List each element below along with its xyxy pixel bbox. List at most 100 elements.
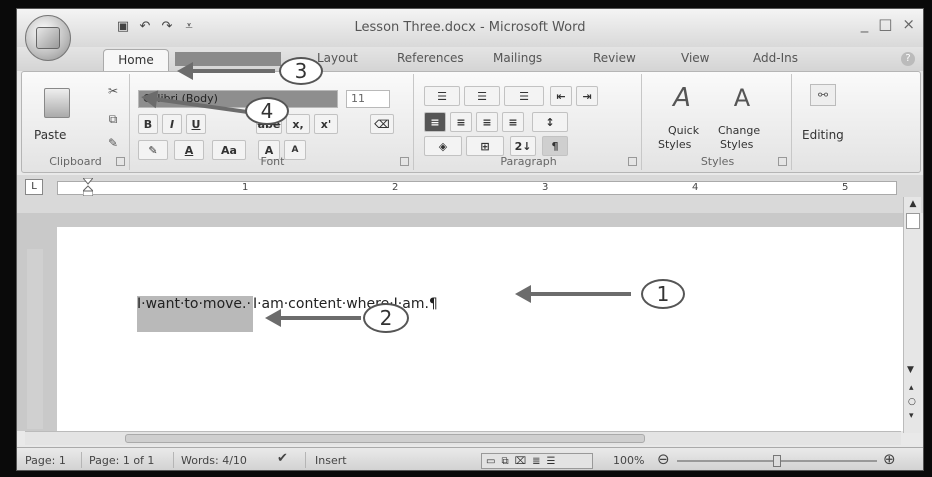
cut-icon[interactable]: ✂: [106, 84, 120, 98]
align-right-icon[interactable]: ≡: [476, 112, 498, 132]
bold-button[interactable]: B: [138, 114, 158, 134]
change-styles-icon[interactable]: A: [724, 82, 760, 114]
zoom-slider[interactable]: [677, 455, 877, 467]
format-painter-icon[interactable]: ✎: [106, 136, 120, 150]
browse-object-icon[interactable]: ○: [908, 397, 916, 407]
scroll-up-icon[interactable]: ▲: [907, 199, 919, 209]
arrow-3: [177, 62, 275, 80]
ruler-number: 5: [842, 182, 849, 193]
horizontal-ruler[interactable]: 1 2 3 4 5: [57, 181, 897, 195]
paste-icon[interactable]: [44, 88, 70, 118]
paragraph-launcher-icon[interactable]: [628, 157, 637, 166]
numbering-icon[interactable]: ☰: [464, 86, 500, 106]
full-screen-reading-icon[interactable]: ⧉: [501, 456, 508, 467]
office-button[interactable]: [25, 15, 71, 61]
help-icon[interactable]: ?: [901, 52, 915, 66]
status-page-of[interactable]: Page: 1 of 1: [89, 454, 154, 467]
tab-mailings[interactable]: Mailings: [493, 51, 542, 65]
superscript-button[interactable]: x': [314, 114, 338, 134]
clipboard-launcher-icon[interactable]: [116, 157, 125, 166]
tab-home[interactable]: Home: [103, 49, 169, 71]
underline-button[interactable]: U: [186, 114, 206, 134]
quick-styles-icon[interactable]: A: [666, 82, 698, 114]
vertical-scrollbar[interactable]: ▲ ▼ ▴ ○ ▾: [903, 197, 921, 433]
clipboard-group-label: Clipboard: [49, 155, 102, 168]
indent-marker-icon[interactable]: [83, 178, 93, 196]
next-page-icon[interactable]: ▾: [909, 411, 914, 421]
zoom-level[interactable]: 100%: [613, 454, 644, 467]
zoom-slider-thumb[interactable]: [773, 455, 781, 467]
change-styles-sublabel[interactable]: Styles: [720, 138, 753, 151]
outline-icon[interactable]: ≣: [532, 456, 540, 467]
change-styles-label[interactable]: Change: [718, 124, 760, 137]
bullets-icon[interactable]: ☰: [424, 86, 460, 106]
styles-launcher-icon[interactable]: [778, 157, 787, 166]
decrease-indent-icon[interactable]: ⇤: [550, 86, 572, 106]
print-layout-icon[interactable]: ▭: [486, 456, 495, 467]
paragraph-group-label: Paragraph: [500, 155, 557, 168]
show-formatting-button[interactable]: ¶: [542, 136, 568, 156]
clear-formatting-icon[interactable]: ⌫: [370, 114, 394, 134]
screenshot-frame: ▣ ↶ ↷ ⩡ Lesson Three.docx - Microsoft Wo…: [0, 0, 932, 477]
styles-group: A A Quick Styles Change Styles Styles: [644, 74, 792, 170]
document-page[interactable]: I·want·to·move.· I·am·content·where·I·am.…: [57, 227, 903, 431]
status-divider: [305, 452, 306, 468]
subscript-button[interactable]: x,: [286, 114, 310, 134]
document-area: I·want·to·move.· I·am·content·where·I·am.…: [17, 213, 903, 431]
sort-button[interactable]: 2↓: [510, 136, 536, 156]
copy-icon[interactable]: ⧉: [106, 112, 120, 126]
selected-text[interactable]: I·want·to·move.·: [137, 296, 253, 332]
zoom-out-icon[interactable]: ⊖: [657, 450, 670, 468]
quick-styles-sublabel[interactable]: Styles: [658, 138, 691, 151]
align-left-icon[interactable]: ≡: [424, 112, 446, 132]
clipboard-group: Paste ✂ ⧉ ✎ Clipboard: [22, 74, 130, 170]
prev-page-icon[interactable]: ▴: [909, 383, 914, 393]
maximize-icon[interactable]: □: [878, 15, 892, 33]
status-bar: Page: 1 Page: 1 of 1 Words: 4/10 ✔ Inser…: [17, 447, 923, 470]
status-words[interactable]: Words: 4/10: [181, 454, 247, 467]
tab-references[interactable]: References: [397, 51, 464, 65]
arrow-2: [265, 309, 361, 327]
tab-review[interactable]: Review: [593, 51, 636, 65]
web-layout-icon[interactable]: ⌧: [515, 456, 527, 467]
office-logo-icon: [36, 27, 60, 49]
ruler-area: L 1 2 3 4 5: [17, 175, 923, 213]
status-page[interactable]: Page: 1: [25, 454, 66, 467]
minimize-icon[interactable]: _: [861, 15, 869, 33]
horizontal-scrollbar[interactable]: [25, 431, 901, 445]
font-launcher-icon[interactable]: [400, 157, 409, 166]
increase-indent-icon[interactable]: ⇥: [576, 86, 598, 106]
callout-1: 1: [641, 279, 685, 309]
ruler-number: 2: [392, 182, 399, 193]
justify-icon[interactable]: ≡: [502, 112, 524, 132]
paste-label[interactable]: Paste: [34, 128, 66, 142]
word-window: ▣ ↶ ↷ ⩡ Lesson Three.docx - Microsoft Wo…: [16, 8, 924, 471]
status-divider: [173, 452, 174, 468]
scroll-thumb[interactable]: [906, 213, 920, 229]
hscroll-thumb[interactable]: [125, 434, 645, 443]
borders-icon[interactable]: ⊞: [466, 136, 504, 156]
view-buttons: ▭ ⧉ ⌧ ≣ ☰: [481, 453, 593, 469]
tab-add-ins[interactable]: Add-Ins: [753, 51, 798, 65]
proofing-icon[interactable]: ✔: [277, 451, 288, 466]
status-insert[interactable]: Insert: [315, 454, 347, 467]
italic-button[interactable]: I: [162, 114, 182, 134]
tab-layout[interactable]: Layout: [317, 51, 358, 65]
shading-icon[interactable]: ◈: [424, 136, 462, 156]
multilevel-list-icon[interactable]: ☰: [504, 86, 544, 106]
binoculars-icon[interactable]: ⚯: [810, 84, 836, 106]
window-controls: _ □ ×: [861, 15, 915, 33]
draft-icon[interactable]: ☰: [547, 456, 556, 467]
editing-label[interactable]: Editing: [802, 128, 844, 142]
zoom-in-icon[interactable]: ⊕: [883, 450, 896, 468]
font-size-box[interactable]: 11: [346, 90, 390, 108]
callout-2: 2: [363, 303, 409, 333]
align-center-icon[interactable]: ≡: [450, 112, 472, 132]
line-spacing-icon[interactable]: ↕: [532, 112, 568, 132]
scroll-down-icon[interactable]: ▼: [907, 365, 914, 375]
close-icon[interactable]: ×: [902, 15, 915, 33]
tab-selector-button[interactable]: L: [25, 179, 43, 195]
ribbon: Paste ✂ ⧉ ✎ Clipboard Calibri (Body) 11 …: [21, 71, 921, 173]
tab-view[interactable]: View: [681, 51, 709, 65]
quick-styles-label[interactable]: Quick: [668, 124, 699, 137]
